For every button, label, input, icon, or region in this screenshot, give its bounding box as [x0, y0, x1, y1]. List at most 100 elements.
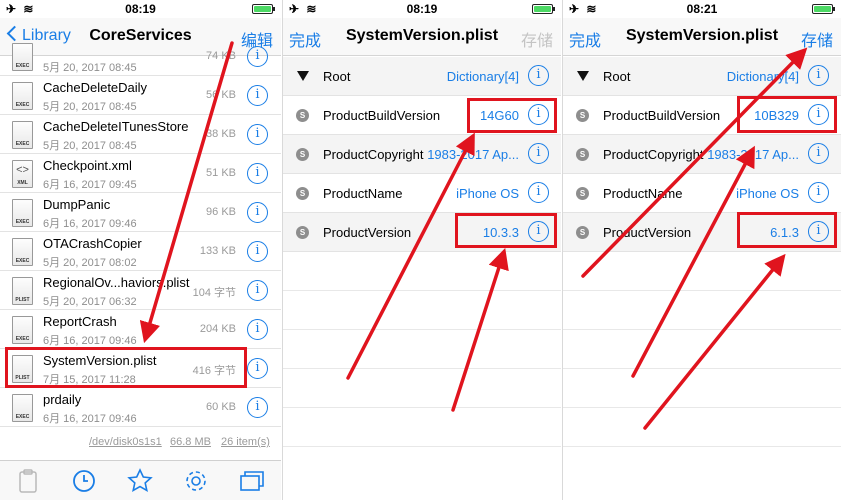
file-date: 5月 20, 2017 06:32	[43, 296, 137, 308]
plist-row-root[interactable]: Root Dictionary[4] i	[283, 57, 561, 96]
file-size: 96 KB	[206, 206, 236, 218]
clipboard-icon[interactable]	[15, 468, 41, 494]
list-item[interactable]: <> XML Checkpoint.xml 6月 16, 2017 09:45 5…	[0, 155, 281, 193]
windows-icon[interactable]	[239, 468, 265, 494]
list-item[interactable]: EXEC ReportCrash 6月 16, 2017 09:46 204 K…	[0, 311, 281, 349]
info-icon[interactable]: i	[247, 319, 268, 340]
info-icon[interactable]: i	[247, 241, 268, 262]
status-bar: ✈ ≋ 08:21	[563, 0, 841, 18]
plist-key: ProductVersion	[603, 225, 692, 240]
info-icon[interactable]: i	[247, 85, 268, 106]
list-item[interactable]: EXEC CacheDeleteDaily 5月 20, 2017 08:45 …	[0, 77, 281, 115]
highlight-box	[467, 98, 557, 133]
history-icon[interactable]	[71, 468, 97, 494]
status-time: 08:21	[686, 2, 718, 16]
divider	[563, 368, 841, 369]
plist-editor-screen-ios6: ✈ ≋ 08:21 完成 SystemVersion.plist 存储 Root…	[562, 0, 841, 500]
string-type-icon: S	[296, 226, 309, 239]
plist-value[interactable]: iPhone OS	[736, 186, 799, 201]
plist-row[interactable]: S ProductCopyright 1983-2017 Ap... i	[283, 135, 561, 174]
divider	[283, 446, 561, 447]
info-icon[interactable]: i	[247, 46, 268, 67]
exec-icon: EXEC	[12, 199, 33, 227]
info-icon[interactable]: i	[247, 202, 268, 223]
plist-row-root[interactable]: Root Dictionary[4] i	[563, 57, 841, 96]
battery-icon	[812, 4, 835, 14]
info-icon[interactable]: i	[247, 397, 268, 418]
file-size: 56 KB	[206, 89, 236, 101]
list-item[interactable]: EXEC prdaily 6月 16, 2017 09:46 60 KB i	[0, 389, 281, 427]
status-bar: ✈ ≋ 08:19	[283, 0, 561, 18]
plist-value[interactable]: 1983-2017 Ap...	[427, 147, 519, 162]
page-title: SystemVersion.plist	[625, 27, 779, 44]
file-name: CacheDeleteITunesStore	[43, 119, 189, 134]
disk-path-link[interactable]: /dev/disk0s1s1	[89, 436, 162, 448]
string-type-icon: S	[576, 187, 589, 200]
file-size: 133 KB	[199, 245, 236, 257]
string-type-icon: S	[296, 148, 309, 161]
file-size: 38 KB	[206, 128, 236, 140]
plist-value: Dictionary[4]	[726, 69, 799, 84]
page-title: SystemVersion.plist	[345, 27, 499, 44]
info-icon[interactable]: i	[528, 143, 549, 164]
info-icon[interactable]: i	[247, 358, 268, 379]
plist-key: ProductCopyright	[603, 147, 704, 162]
star-icon[interactable]	[127, 468, 153, 494]
info-icon[interactable]: i	[247, 124, 268, 145]
status-time: 08:19	[406, 2, 438, 16]
file-date: 6月 16, 2017 09:46	[43, 413, 137, 425]
battery-icon	[532, 4, 555, 14]
plist-key: ProductBuildVersion	[603, 108, 721, 123]
string-type-icon: S	[296, 109, 309, 122]
item-count-link[interactable]: 26 item(s)	[221, 436, 270, 448]
disclosure-triangle-icon[interactable]	[297, 71, 309, 81]
info-icon[interactable]: i	[808, 182, 829, 203]
info-icon[interactable]: i	[528, 182, 549, 203]
divider	[563, 446, 841, 447]
plist-key: ProductBuildVersion	[323, 108, 441, 123]
info-icon[interactable]: i	[247, 280, 268, 301]
list-item[interactable]: EXEC 5月 20, 2017 08:45 74 KB i	[0, 38, 281, 76]
file-date: 5月 20, 2017 08:02	[43, 257, 137, 269]
save-button[interactable]: 存储	[521, 27, 553, 51]
gear-icon[interactable]	[183, 468, 209, 494]
status-time: 08:19	[125, 2, 156, 16]
plist-row[interactable]: S ProductCopyright 1983-2017 Ap... i	[563, 135, 841, 174]
exec-icon: EXEC	[12, 43, 33, 71]
file-name: RegionalOv...haviors.plist	[43, 275, 190, 290]
file-size: 60 KB	[206, 401, 236, 413]
exec-icon: EXEC	[12, 394, 33, 422]
plist-value[interactable]: iPhone OS	[456, 186, 519, 201]
info-icon[interactable]: i	[808, 65, 829, 86]
list-item[interactable]: PLIST RegionalOv...haviors.plist 5月 20, …	[0, 272, 281, 310]
plist-key: Root	[323, 69, 351, 84]
info-icon[interactable]: i	[247, 163, 268, 184]
save-button[interactable]: 存储	[801, 27, 833, 51]
divider	[563, 290, 841, 291]
plist-icon: PLIST	[12, 277, 33, 305]
file-size: 204 KB	[199, 323, 236, 335]
info-icon[interactable]: i	[528, 65, 549, 86]
plist-value[interactable]: 1983-2017 Ap...	[707, 147, 799, 162]
divider	[563, 329, 841, 330]
string-type-icon: S	[296, 187, 309, 200]
string-type-icon: S	[576, 148, 589, 161]
exec-icon: EXEC	[12, 121, 33, 149]
plist-row[interactable]: S ProductName iPhone OS i	[563, 174, 841, 213]
file-browser-screen: ✈ ≋ 08:19 Library CoreServices 编辑 EXEC 5…	[0, 0, 281, 500]
disclosure-triangle-icon[interactable]	[577, 71, 589, 81]
divider	[283, 290, 561, 291]
disk-size-link[interactable]: 66.8 MB	[170, 436, 211, 448]
file-date: 6月 16, 2017 09:45	[43, 179, 137, 191]
plist-key: ProductCopyright	[323, 147, 424, 162]
highlight-box	[737, 212, 837, 248]
file-date: 6月 16, 2017 09:46	[43, 218, 137, 230]
list-item[interactable]: EXEC CacheDeleteITunesStore 5月 20, 2017 …	[0, 116, 281, 154]
list-item[interactable]: EXEC DumpPanic 6月 16, 2017 09:46 96 KB i	[0, 194, 281, 232]
info-icon[interactable]: i	[808, 143, 829, 164]
list-item[interactable]: EXEC OTACrashCopier 5月 20, 2017 08:02 13…	[0, 233, 281, 271]
file-name: CacheDeleteDaily	[43, 80, 148, 95]
file-name: ReportCrash	[43, 314, 117, 329]
highlight-box	[5, 347, 247, 388]
plist-row[interactable]: S ProductName iPhone OS i	[283, 174, 561, 213]
